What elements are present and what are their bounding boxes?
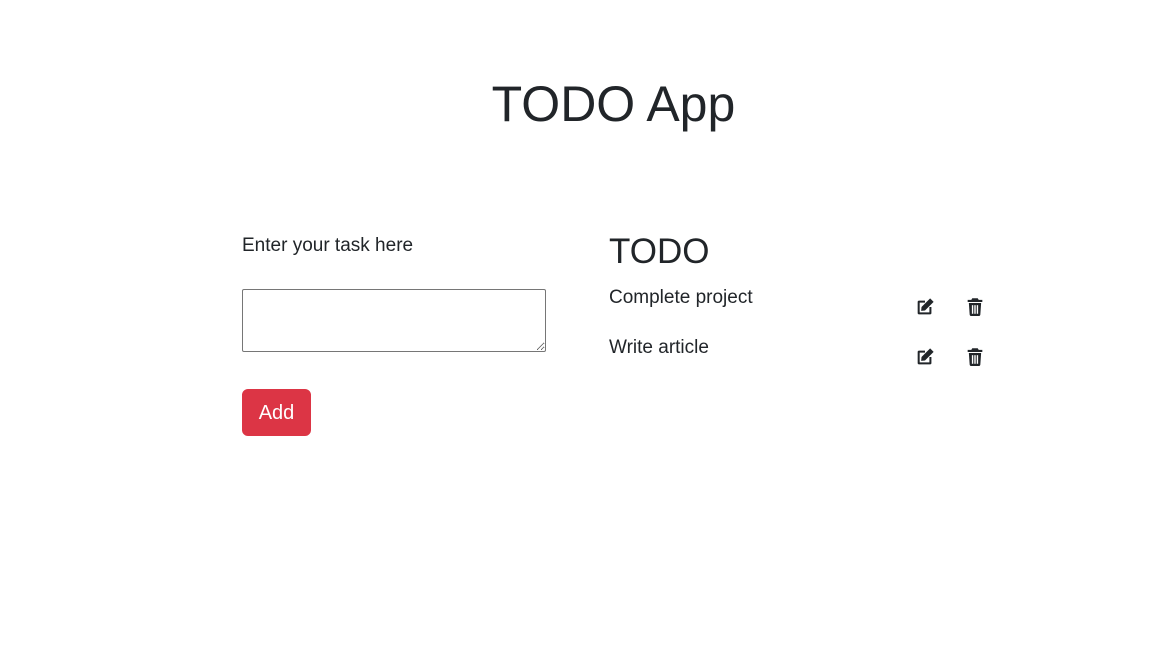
- delete-button[interactable]: [963, 295, 987, 319]
- edit-button[interactable]: [913, 295, 937, 319]
- add-button[interactable]: Add: [242, 389, 311, 436]
- delete-button[interactable]: [963, 345, 987, 369]
- todo-list-section: TODO Complete project Write article: [609, 230, 1009, 366]
- task-input[interactable]: [242, 289, 546, 352]
- todo-item-text: Write article: [609, 337, 709, 358]
- edit-button[interactable]: [913, 345, 937, 369]
- task-form: Enter your task here Add: [242, 232, 546, 436]
- todo-item: Complete project: [609, 284, 1009, 324]
- edit-icon: [917, 348, 934, 365]
- trash-icon: [967, 298, 983, 316]
- page-title: TODO App: [491, 76, 736, 132]
- todo-item-text: Complete project: [609, 287, 753, 308]
- list-title: TODO: [609, 232, 710, 271]
- todo-item: Write article: [609, 334, 1009, 374]
- trash-icon: [967, 348, 983, 366]
- todo-page: TODO App Enter your task here Add TODO C…: [0, 0, 1169, 656]
- edit-icon: [917, 298, 934, 315]
- task-label: Enter your task here: [242, 235, 414, 256]
